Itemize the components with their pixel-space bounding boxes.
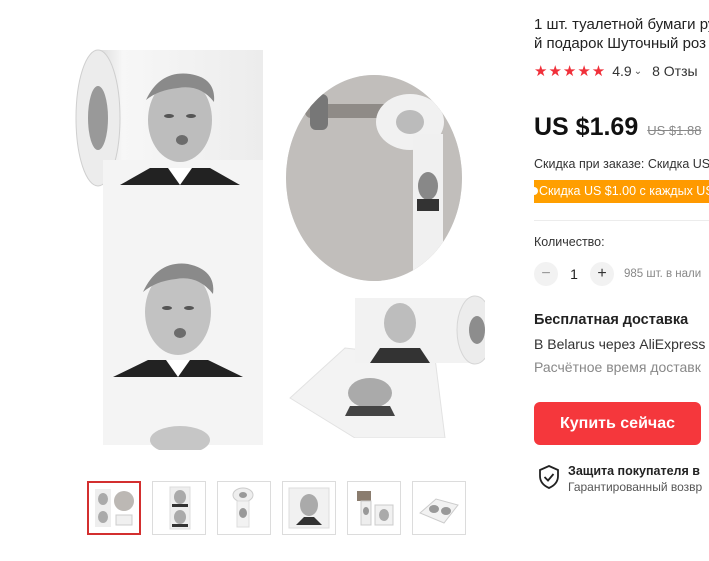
product-title: 1 шт. туалетной бумаги ру й подарок Шуто… bbox=[534, 15, 709, 53]
quantity-increase-button[interactable]: + bbox=[590, 262, 614, 286]
roll-on-holder-photo bbox=[286, 75, 462, 281]
price-row: US $1.69 US $1.88 bbox=[534, 113, 709, 142]
quantity-decrease-button[interactable]: − bbox=[534, 262, 558, 286]
thumbnail-strip bbox=[87, 481, 466, 535]
thumbnail-4[interactable] bbox=[282, 481, 336, 535]
buy-now-button[interactable]: Купить сейчас bbox=[534, 402, 701, 445]
divider bbox=[534, 220, 709, 221]
thumbnail-2-image bbox=[169, 486, 191, 530]
delivery-time: Расчётное время доставк bbox=[534, 359, 701, 375]
quantity-label: Количество: bbox=[534, 235, 605, 249]
product-details-panel: 1 шт. туалетной бумаги ру й подарок Шуто… bbox=[534, 0, 709, 561]
old-price: US $1.88 bbox=[647, 123, 702, 138]
product-title-line-1: 1 шт. туалетной бумаги ру bbox=[534, 16, 709, 33]
thumbnail-6[interactable] bbox=[412, 481, 466, 535]
toilet-roll-large-image bbox=[75, 49, 263, 450]
shipping-route[interactable]: В Belarus через AliExpress bbox=[534, 336, 705, 352]
rating-value: 4.9 bbox=[612, 63, 632, 79]
rating-row[interactable]: ★★★★★ 4.9 ⌄ 8 Отзы bbox=[534, 62, 709, 80]
product-title-line-2: й подарок Шуточный роз bbox=[534, 35, 706, 52]
reviews-link[interactable]: 8 Отзы bbox=[652, 63, 697, 79]
chevron-down-icon[interactable]: ⌄ bbox=[634, 66, 642, 77]
buyer-protection[interactable]: Защита покупателя в Гарантированный возв… bbox=[538, 463, 709, 495]
thumbnail-3-image bbox=[232, 487, 254, 528]
thumbnail-2[interactable] bbox=[152, 481, 206, 535]
quantity-stepper: − 1 + 985 шт. в нали bbox=[534, 262, 709, 286]
shield-check-icon bbox=[539, 465, 559, 489]
thumbnail-5[interactable] bbox=[347, 481, 401, 535]
main-product-image[interactable] bbox=[60, 20, 500, 460]
thumbnail-3[interactable] bbox=[217, 481, 271, 535]
shipping-title: Бесплатная доставка bbox=[534, 312, 689, 328]
quantity-value[interactable]: 1 bbox=[558, 266, 590, 282]
buyer-protection-subtitle: Гарантированный возвр bbox=[568, 480, 703, 494]
stock-count: 985 шт. в нали bbox=[624, 268, 702, 280]
thumbnail-1-image bbox=[95, 489, 134, 527]
order-discount-text: Скидка при заказе: Скидка US bbox=[534, 157, 709, 171]
thumbnail-5-image bbox=[357, 491, 394, 526]
toilet-roll-small-image bbox=[289, 295, 485, 438]
buyer-protection-title: Защита покупателя в bbox=[568, 464, 700, 478]
thumbnail-1[interactable] bbox=[87, 481, 141, 535]
star-rating-icon: ★★★★★ bbox=[534, 63, 607, 80]
thumbnail-6-image bbox=[419, 498, 459, 524]
current-price: US $1.69 bbox=[534, 113, 639, 141]
thumbnail-4-image bbox=[288, 487, 330, 529]
coupon-badge[interactable]: Скидка US $1.00 с каждых US bbox=[534, 180, 709, 203]
